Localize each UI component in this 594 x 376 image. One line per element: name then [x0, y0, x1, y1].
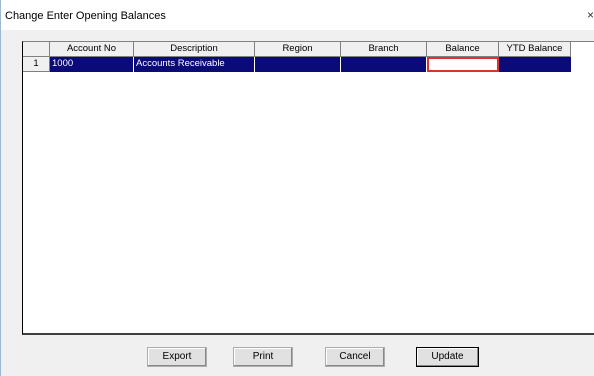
balances-grid[interactable]: Account No Description Region Branch Bal… — [22, 41, 594, 335]
cell-branch[interactable] — [341, 57, 427, 72]
title-bar: Change Enter Opening Balances × — [1, 0, 594, 30]
row-header-corner — [23, 42, 50, 57]
grid-header-row: Account No Description Region Branch Bal… — [23, 42, 594, 57]
cell-region[interactable] — [255, 57, 341, 72]
cell-balance-editor[interactable] — [427, 57, 499, 72]
cell-description[interactable]: Accounts Receivable — [134, 57, 255, 72]
cell-account-no[interactable]: 1000 — [50, 57, 134, 72]
cell-ytd-balance[interactable] — [499, 57, 572, 72]
column-header-description[interactable]: Description — [134, 42, 255, 57]
table-row[interactable]: 1 1000 Accounts Receivable — [23, 57, 572, 72]
close-icon[interactable]: × — [587, 8, 594, 22]
column-header-region[interactable]: Region — [255, 42, 341, 57]
window-title: Change Enter Opening Balances — [5, 10, 166, 22]
update-button[interactable]: Update — [416, 347, 479, 367]
row-number[interactable]: 1 — [23, 57, 50, 72]
cancel-button[interactable]: Cancel — [325, 347, 385, 367]
column-header-ytd-balance[interactable]: YTD Balance — [499, 42, 571, 57]
column-header-account-no[interactable]: Account No — [50, 42, 134, 57]
column-header-branch[interactable]: Branch — [341, 42, 427, 57]
export-button[interactable]: Export — [147, 347, 207, 367]
print-button[interactable]: Print — [233, 347, 293, 367]
column-header-balance[interactable]: Balance — [427, 42, 499, 57]
opening-balances-window: Change Enter Opening Balances × Account … — [0, 0, 594, 376]
